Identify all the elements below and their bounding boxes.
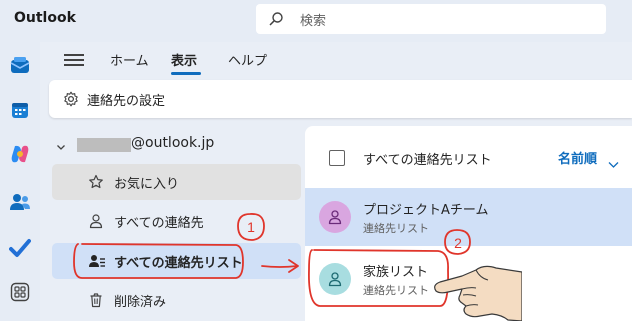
- star-icon: [88, 174, 104, 194]
- redacted-email: [77, 138, 131, 152]
- contact-list-name: 家族リスト: [363, 265, 429, 280]
- avatar: [319, 201, 351, 233]
- active-tab-indicator: [171, 72, 201, 75]
- person-icon: [88, 213, 104, 233]
- search-icon: [268, 11, 284, 31]
- list-item[interactable]: プロジェクトAチーム 連絡先リスト: [305, 188, 632, 246]
- pointing-hand-icon: [434, 265, 522, 321]
- tab-help[interactable]: ヘルプ: [228, 50, 267, 69]
- contact-list-type: 連絡先リスト: [363, 284, 429, 297]
- chevron-down-icon[interactable]: [608, 154, 619, 173]
- calendar-app-icon[interactable]: [8, 98, 32, 122]
- title-bar: Outlook 検索: [0, 0, 632, 42]
- tab-home[interactable]: ホーム: [110, 50, 149, 69]
- sort-button[interactable]: 名前順: [558, 148, 597, 167]
- nav-item-label: すべての連絡先: [114, 216, 204, 231]
- app-title: Outlook: [14, 10, 76, 26]
- trash-icon: [88, 292, 104, 312]
- app-rail: [0, 42, 40, 321]
- person-icon: [328, 272, 342, 287]
- mail-app-icon[interactable]: [8, 54, 32, 78]
- contacts-nav-pane: @outlook.jp お気に入り すべての連絡先 すべての連絡先リスト 削除済…: [49, 126, 303, 321]
- copilot-app-icon[interactable]: [8, 142, 32, 166]
- avatar: [319, 263, 351, 295]
- search-box[interactable]: 検索: [256, 4, 606, 34]
- list-title: すべての連絡先リスト: [363, 153, 492, 168]
- people-app-icon[interactable]: [8, 190, 32, 214]
- nav-item-label: お気に入り: [114, 177, 180, 192]
- contact-settings-button[interactable]: 連絡先の設定: [87, 90, 165, 109]
- list-header: すべての連絡先リスト 名前順: [305, 126, 632, 186]
- nav-item-all-contact-lists[interactable]: すべての連絡先リスト: [52, 243, 301, 279]
- contact-list-icon: [88, 253, 106, 273]
- nav-item-favorites[interactable]: お気に入り: [52, 164, 301, 200]
- account-email: @outlook.jp: [131, 135, 215, 151]
- contact-list-name: プロジェクトAチーム: [363, 203, 489, 218]
- command-toolbar: 連絡先の設定: [49, 80, 632, 118]
- select-all-checkbox[interactable]: [329, 150, 345, 166]
- nav-item-label: すべての連絡先リスト: [114, 256, 243, 271]
- chevron-down-icon: [55, 138, 67, 157]
- ribbon-tabs: ホーム 表示 ヘルプ: [50, 42, 632, 78]
- search-input[interactable]: 検索: [300, 10, 326, 29]
- contact-list-type: 連絡先リスト: [363, 222, 429, 235]
- person-icon: [328, 210, 342, 225]
- todo-app-icon[interactable]: [8, 236, 32, 260]
- tab-view[interactable]: 表示: [171, 50, 197, 69]
- more-apps-icon[interactable]: [8, 280, 32, 304]
- nav-item-all-contacts[interactable]: すべての連絡先: [52, 203, 301, 239]
- gear-icon: [63, 91, 79, 111]
- nav-item-label: 削除済み: [114, 295, 167, 310]
- nav-item-deleted[interactable]: 削除済み: [52, 282, 301, 318]
- menu-icon[interactable]: [64, 51, 84, 69]
